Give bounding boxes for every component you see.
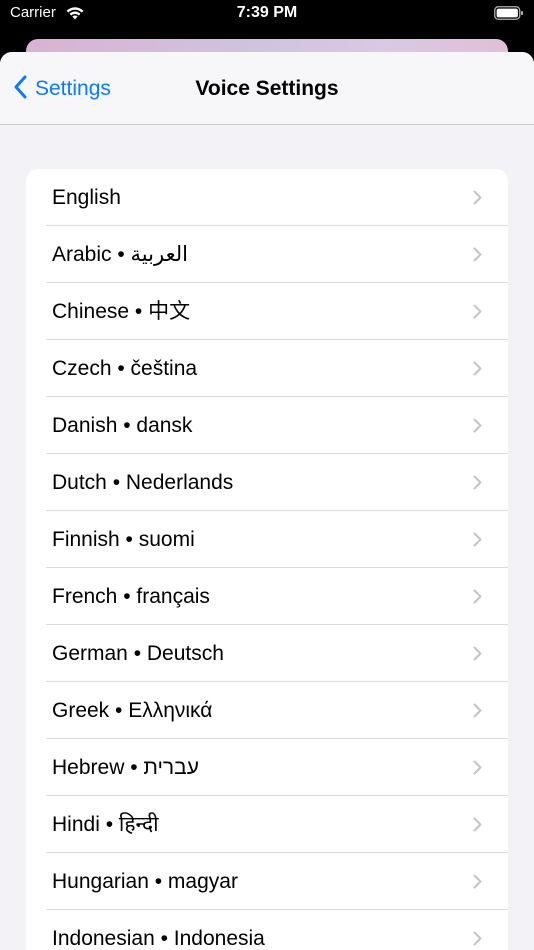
language-row[interactable]: English [26,169,508,226]
page-title: Voice Settings [195,77,339,100]
language-row[interactable]: Indonesian • Indonesia [26,910,508,950]
chevron-right-icon [473,190,482,210]
language-row[interactable]: Dutch • Nederlands [26,454,508,511]
navigation-bar: Settings Voice Settings [0,52,534,125]
chevron-right-icon [473,931,482,950]
language-label: Danish • dansk [52,414,193,437]
chevron-right-icon [473,874,482,894]
voice-settings-sheet: Settings Voice Settings English Arabic • … [0,52,534,950]
language-row[interactable]: French • français [26,568,508,625]
language-row[interactable]: Danish • dansk [26,397,508,454]
language-label: French • français [52,585,210,608]
status-bar: Carrier 7:39 PM [0,0,534,38]
chevron-right-icon [473,418,482,438]
language-row[interactable]: Chinese • 中文 [26,283,508,340]
language-label: Chinese • 中文 [52,300,191,323]
language-label: Hebrew • עברית [52,756,199,779]
chevron-right-icon [473,703,482,723]
chevron-right-icon [473,646,482,666]
battery-icon [494,5,524,26]
clock: 7:39 PM [236,4,298,21]
language-label: Arabic • العربية [52,243,188,266]
language-row[interactable]: Arabic • العربية [26,226,508,283]
language-row[interactable]: Greek • Ελληνικά [26,682,508,739]
language-label: Czech • čeština [52,357,198,380]
language-list: English Arabic • العربية Chinese • 中文 Czech… [26,169,508,950]
chevron-right-icon [473,475,482,495]
language-label: Greek • Ελληνικά [52,699,213,722]
language-label: German • Deutsch [52,642,224,665]
language-row[interactable]: Finnish • suomi [26,511,508,568]
language-label: Indonesian • Indonesia [52,927,265,950]
language-row[interactable]: Hindi • हिन्दी [26,796,508,853]
chevron-right-icon [473,817,482,837]
language-label: Hungarian • magyar [52,870,238,893]
chevron-right-icon [473,532,482,552]
language-row[interactable]: Hebrew • עברית [26,739,508,796]
language-row[interactable]: German • Deutsch [26,625,508,682]
chevron-right-icon [473,589,482,609]
language-label: Finnish • suomi [52,528,195,551]
chevron-right-icon [473,760,482,780]
language-row[interactable]: Hungarian • magyar [26,853,508,910]
chevron-right-icon [473,361,482,381]
chevron-right-icon [473,247,482,267]
language-label: Hindi • हिन्दी [52,813,159,836]
chevron-right-icon [473,304,482,324]
language-label: Dutch • Nederlands [52,471,234,494]
language-label: English [52,186,121,209]
language-row[interactable]: Czech • čeština [26,340,508,397]
